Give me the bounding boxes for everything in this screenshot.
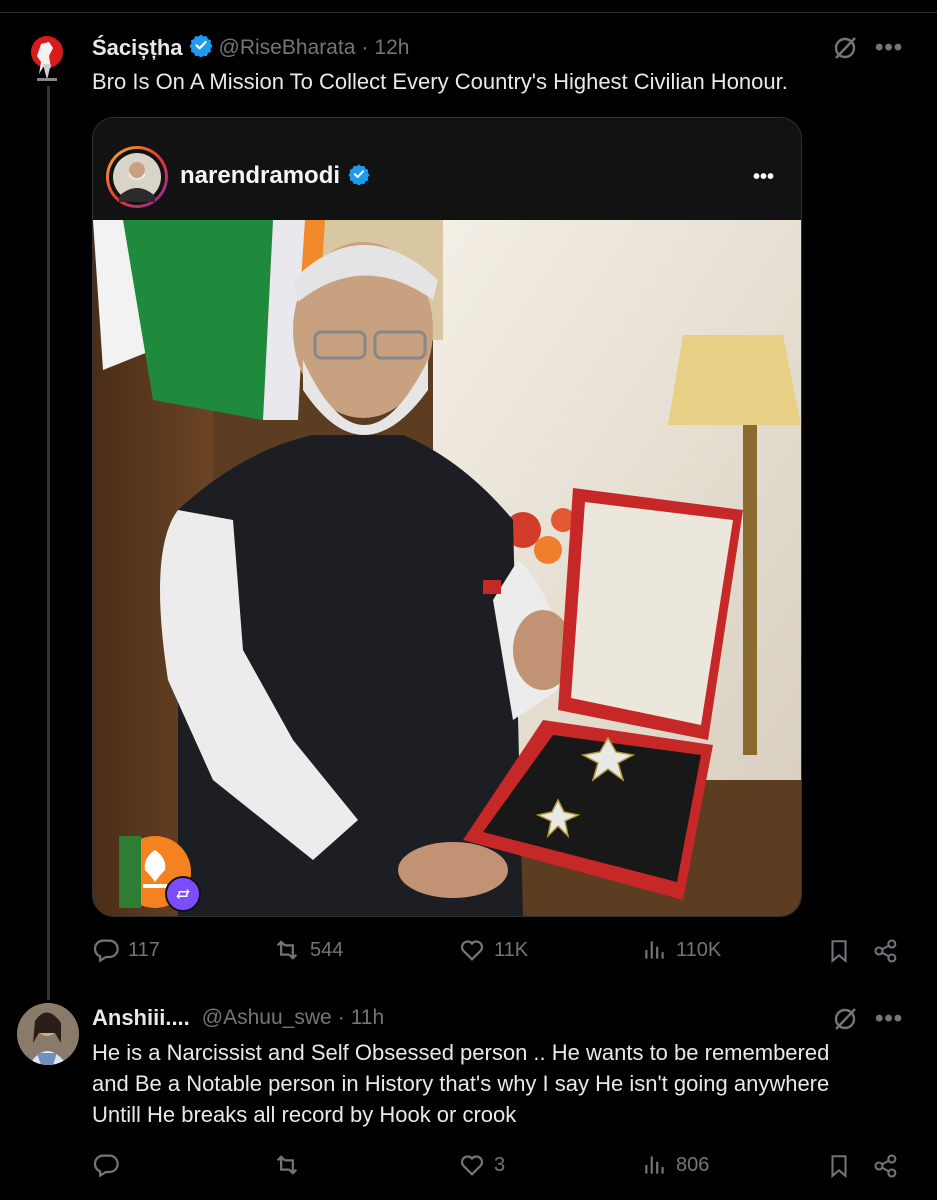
timestamp[interactable]: 11h — [351, 1006, 384, 1030]
repost-icon — [276, 940, 298, 960]
bookmark-icon[interactable] — [826, 937, 852, 970]
views-count: 110K — [676, 938, 722, 961]
views-button[interactable]: 110K — [642, 936, 721, 964]
share-icon[interactable] — [872, 1152, 900, 1185]
verified-badge-icon — [188, 33, 213, 62]
user-handle[interactable]: @Ashuu_swe — [202, 1006, 332, 1030]
user-handle[interactable]: @RiseBharata — [219, 36, 356, 60]
avatar[interactable] — [27, 34, 67, 86]
repost-badge-icon — [165, 876, 201, 912]
top-divider — [0, 0, 937, 13]
separator-dot: · — [361, 35, 369, 59]
tweet-text-line: and Be a Notable person in History that'… — [92, 1071, 830, 1096]
embed-header: narendramodi ••• — [93, 118, 801, 220]
like-button[interactable]: 11K — [458, 936, 528, 964]
reply-button[interactable] — [92, 1151, 128, 1179]
views-button[interactable]: 806 — [642, 1151, 709, 1179]
repost-button[interactable] — [272, 1151, 310, 1179]
repost-button[interactable]: 544 — [272, 936, 343, 964]
share-icon[interactable] — [872, 937, 900, 970]
reply-count: 117 — [128, 938, 160, 961]
tweet-text: He is a Narcissist and Self Obsessed per… — [92, 1037, 829, 1130]
more-options-button[interactable]: ••• — [875, 1005, 903, 1033]
embed-avatar[interactable] — [106, 146, 168, 208]
grok-icon[interactable] — [831, 1005, 859, 1038]
more-options-button[interactable]: ••• — [875, 34, 903, 62]
display-name[interactable]: Śacișțha — [92, 35, 183, 61]
heart-icon — [460, 1155, 484, 1176]
post-photo[interactable] — [93, 220, 801, 916]
heart-icon — [460, 940, 484, 961]
bookmark-icon[interactable] — [826, 1152, 852, 1185]
verified-badge-icon — [348, 163, 370, 190]
repost-icon — [276, 1155, 298, 1175]
timestamp[interactable]: 12h — [374, 36, 409, 60]
tweet-text-line: He is a Narcissist and Self Obsessed per… — [92, 1040, 830, 1065]
grok-icon[interactable] — [831, 34, 859, 67]
reply-icon — [93, 939, 119, 963]
separator-dot: · — [337, 1006, 345, 1029]
thread-connector-line — [47, 86, 50, 1000]
tweet-text-line: Untill He breaks all record by Hook or c… — [92, 1102, 517, 1127]
like-count: 3 — [494, 1153, 506, 1176]
reply-button[interactable]: 117 — [92, 936, 160, 964]
views-icon — [645, 1156, 664, 1174]
like-count: 11K — [494, 938, 529, 961]
avatar[interactable] — [17, 1003, 79, 1065]
reply-icon — [93, 1154, 119, 1178]
repost-count: 544 — [310, 938, 344, 961]
views-count: 806 — [676, 1153, 710, 1176]
embed-more-button[interactable]: ••• — [753, 166, 774, 189]
like-button[interactable]: 3 — [458, 1151, 505, 1179]
tweet-text: Bro Is On A Mission To Collect Every Cou… — [92, 69, 788, 94]
embed-account-name[interactable]: narendramodi — [180, 162, 340, 190]
display-name[interactable]: Anshiii.... — [92, 1005, 190, 1031]
embedded-media-card[interactable]: narendramodi ••• — [92, 117, 802, 917]
views-icon — [645, 941, 664, 959]
